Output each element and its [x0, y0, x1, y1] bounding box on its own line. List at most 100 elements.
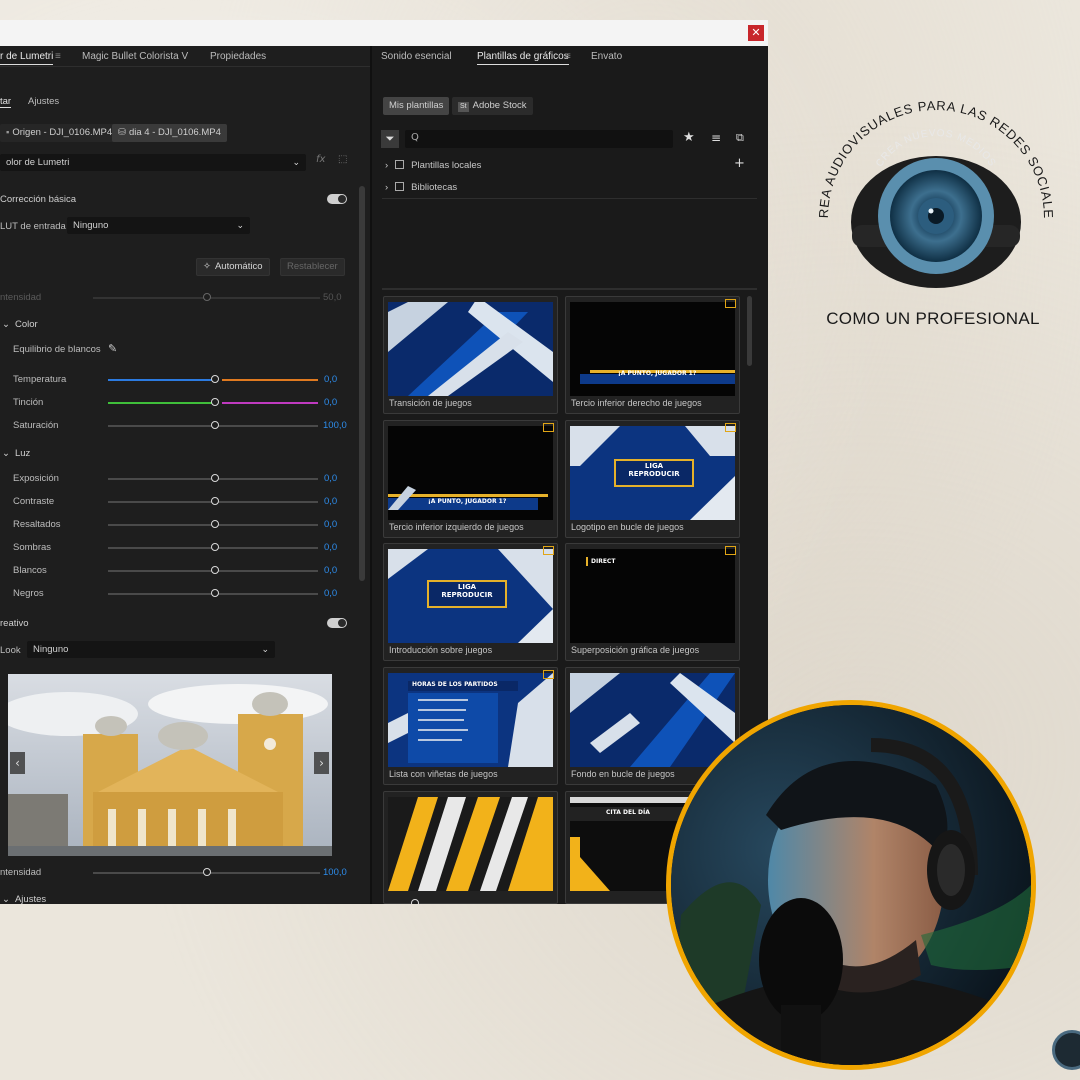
saturation-value[interactable]: 100,0: [323, 420, 347, 431]
subtab-editar[interactable]: tar: [0, 96, 12, 108]
adjustments-section-header[interactable]: ⌄ Ajustes: [2, 894, 46, 904]
panel-resize-handle[interactable]: [382, 288, 757, 290]
highlights-knob[interactable]: [211, 520, 219, 528]
shadows-value[interactable]: 0,0: [324, 542, 337, 553]
template-badge-icon: [725, 299, 736, 308]
temperature-track-cool[interactable]: [108, 379, 212, 381]
contrast-knob[interactable]: [211, 497, 219, 505]
fx-icon[interactable]: fx: [316, 154, 325, 165]
whites-knob[interactable]: [211, 566, 219, 574]
add-icon[interactable]: +: [734, 156, 745, 171]
template-card[interactable]: ¡A PUNTO, JUGADOR 1? Tercio inferior izq…: [383, 420, 558, 538]
tint-track-magenta[interactable]: [222, 402, 318, 404]
panel-menu-icon[interactable]: ≡: [565, 51, 571, 62]
sequence-clip-chip[interactable]: ⛁ dia 4 - DJI_0106.MP4: [112, 124, 227, 142]
template-card[interactable]: HORAS DE LOS PARTIDOS Lista con viñetas …: [383, 667, 558, 785]
look-dropdown[interactable]: Ninguno ⌄: [27, 641, 275, 658]
exposure-knob[interactable]: [211, 474, 219, 482]
thumbnail-size-track[interactable]: [386, 903, 474, 904]
auto-button-label: Automático: [214, 261, 263, 272]
template-card[interactable]: Transición de juegos: [383, 296, 558, 414]
source-clip-label: Origen - DJI_0106.MP4: [12, 127, 113, 138]
slider-label: Temperatura: [13, 374, 67, 385]
checkbox-icon[interactable]: [395, 160, 405, 169]
color-section-header[interactable]: ⌄ Color: [2, 319, 38, 330]
search-input[interactable]: Q: [405, 130, 673, 148]
star-icon[interactable]: ★: [683, 130, 695, 145]
tab-magic-bullet[interactable]: Magic Bullet Colorista V: [82, 51, 188, 62]
contrast-value[interactable]: 0,0: [324, 496, 337, 507]
creative-intensity-knob[interactable]: [203, 868, 211, 876]
highlights-value[interactable]: 0,0: [324, 519, 337, 530]
temperature-track-warm[interactable]: [222, 379, 318, 381]
reset-button[interactable]: Restablecer: [280, 258, 345, 276]
template-card[interactable]: DIRECT Superposición gráfica de juegos: [565, 543, 740, 661]
next-look-icon[interactable]: ›: [314, 752, 329, 774]
tab-envato[interactable]: Envato: [591, 51, 622, 62]
temperature-value[interactable]: 0,0: [324, 374, 337, 385]
tab-propiedades[interactable]: Propiedades: [210, 51, 266, 62]
eyedropper-icon[interactable]: ✎: [108, 342, 117, 355]
filter-icon[interactable]: ⏷: [381, 130, 399, 148]
thumbnail-size-knob[interactable]: [411, 899, 419, 904]
close-icon[interactable]: ✕: [748, 25, 764, 41]
creative-intensity-value[interactable]: 100,0: [323, 867, 347, 878]
exposure-value[interactable]: 0,0: [324, 473, 337, 484]
template-card[interactable]: LIGA REPRODUCIR Logotipo en bucle de jue…: [565, 420, 740, 538]
intensity-knob[interactable]: [203, 293, 211, 301]
basic-correction-toggle[interactable]: [327, 194, 347, 204]
template-thumbnail: DIRECT: [570, 549, 735, 643]
tab-plantillas-graficos[interactable]: Plantillas de gráficos: [477, 51, 569, 65]
list-icon[interactable]: ≡: [711, 131, 721, 145]
template-text: LIGA REPRODUCIR: [628, 462, 680, 478]
subtab-ajustes[interactable]: Ajustes: [28, 96, 59, 107]
saturation-knob[interactable]: [211, 421, 219, 429]
effect-dropdown[interactable]: olor de Lumetri ⌄: [0, 154, 306, 171]
tint-value[interactable]: 0,0: [324, 397, 337, 408]
blacks-value[interactable]: 0,0: [324, 588, 337, 599]
light-section-header[interactable]: ⌄ Luz: [2, 448, 30, 459]
previous-look-icon[interactable]: ‹: [10, 752, 25, 774]
chevron-right-icon: ›: [385, 182, 389, 193]
tab-lumetri-color[interactable]: r de Lumetri: [0, 51, 54, 65]
checkbox-icon[interactable]: [395, 182, 405, 191]
tint-knob[interactable]: [211, 398, 219, 406]
blacks-knob[interactable]: [211, 589, 219, 597]
look-preview-image: ‹ ›: [8, 674, 332, 856]
new-folder-icon[interactable]: ⧉: [736, 131, 744, 145]
template-thumbnail: LIGA REPRODUCIR: [570, 426, 735, 520]
template-card[interactable]: ¡A PUNTO, JUGADOR 1? Tercio inferior der…: [565, 296, 740, 414]
tab-sonido-esencial[interactable]: Sonido esencial: [381, 51, 452, 62]
shadows-knob[interactable]: [211, 543, 219, 551]
subtab-mis-plantillas[interactable]: Mis plantillas: [383, 97, 450, 115]
right-scrollbar[interactable]: [747, 296, 752, 366]
template-card[interactable]: [383, 791, 558, 904]
tree-item-libraries[interactable]: › Bibliotecas: [385, 182, 457, 193]
template-caption: Introducción sobre juegos: [389, 645, 493, 655]
temperature-knob[interactable]: [211, 375, 219, 383]
logo-title: COMO UN PROFESIONAL: [826, 309, 1040, 328]
template-badge-icon: [725, 423, 736, 432]
magic-wand-icon: ✧: [203, 261, 211, 272]
adjustments-label: Ajustes: [14, 894, 47, 904]
export-icon[interactable]: ⬚: [338, 154, 347, 165]
template-thumbnail: [388, 797, 553, 891]
source-clip-chip[interactable]: ▪ Origen - DJI_0106.MP4: [0, 124, 119, 142]
creative-section-header[interactable]: reativo: [0, 618, 29, 629]
tree-item-label: Plantillas locales: [411, 160, 482, 171]
template-thumbnail: [388, 302, 553, 396]
auto-button[interactable]: ✧ Automático: [196, 258, 270, 276]
tree-item-local[interactable]: › Plantillas locales: [385, 160, 481, 171]
look-dropdown-value: Ninguno: [33, 644, 69, 655]
tint-track-green[interactable]: [108, 402, 212, 404]
whites-value[interactable]: 0,0: [324, 565, 337, 576]
subtab-adobe-stock[interactable]: St Adobe Stock: [452, 97, 533, 115]
panel-menu-icon[interactable]: ≡: [55, 51, 61, 62]
lumetri-panel: r de Lumetri ≡ Magic Bullet Colorista V …: [0, 46, 370, 904]
lut-dropdown[interactable]: Ninguno ⌄: [67, 217, 250, 234]
creative-toggle[interactable]: [327, 618, 347, 628]
template-card[interactable]: LIGA REPRODUCIR Introducción sobre juego…: [383, 543, 558, 661]
left-scrollbar[interactable]: [359, 186, 365, 581]
intensity-value[interactable]: 50,0: [323, 292, 342, 303]
basic-correction-header[interactable]: Corrección básica: [0, 194, 76, 205]
